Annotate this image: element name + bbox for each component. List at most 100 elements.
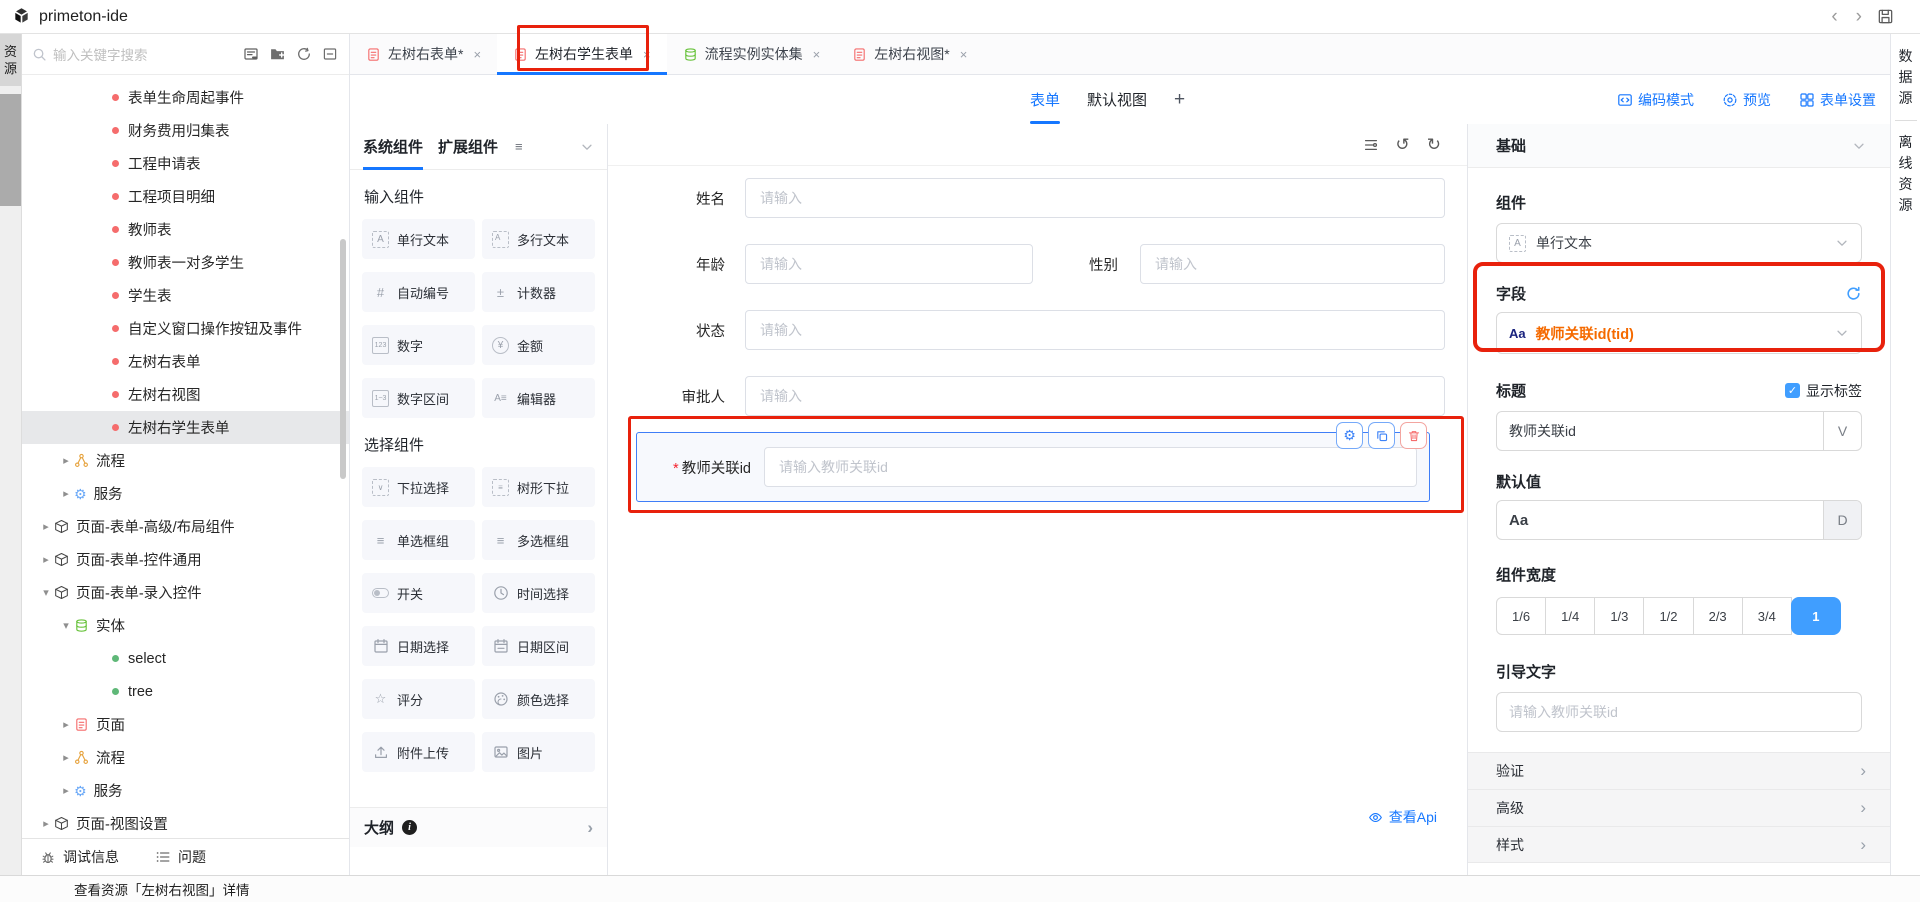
palette-item-金额[interactable]: ¥金额 bbox=[482, 325, 595, 365]
tree-item-流程[interactable]: ▸流程 bbox=[22, 741, 349, 774]
close-icon[interactable]: × bbox=[960, 47, 968, 62]
tree-item-流程[interactable]: ▸流程 bbox=[22, 444, 349, 477]
component-select[interactable]: A 单行文本 bbox=[1496, 223, 1862, 263]
palette-collapse-icon[interactable] bbox=[580, 140, 594, 154]
caret-down-icon[interactable]: ▾ bbox=[58, 619, 74, 632]
outline-tool-icon[interactable] bbox=[1363, 137, 1379, 153]
tree-scrollbar[interactable] bbox=[340, 239, 346, 479]
palette-item-数字[interactable]: 123数字 bbox=[362, 325, 475, 365]
outline-bar[interactable]: 大纲 i › bbox=[350, 807, 607, 847]
refresh-icon[interactable] bbox=[293, 44, 315, 64]
save-icon[interactable] bbox=[1877, 8, 1894, 25]
palette-item-时间选择[interactable]: 时间选择 bbox=[482, 573, 595, 613]
editor-tab-1[interactable]: 左树右学生表单× bbox=[497, 34, 667, 74]
field-copy-button[interactable] bbox=[1368, 422, 1395, 449]
tree-item-tree[interactable]: tree bbox=[22, 675, 349, 708]
tree-item-教师表一对多学生[interactable]: 教师表一对多学生 bbox=[22, 246, 349, 279]
tree-item-页面-表单-控件通用[interactable]: ▸页面-表单-控件通用 bbox=[22, 543, 349, 576]
palette-item-多选框组[interactable]: ≡多选框组 bbox=[482, 520, 595, 560]
palette-item-开关[interactable]: 开关 bbox=[362, 573, 475, 613]
caret-right-icon[interactable]: ▸ bbox=[58, 454, 74, 467]
title-variable-button[interactable]: V bbox=[1823, 412, 1861, 450]
close-icon[interactable]: × bbox=[813, 47, 821, 62]
caret-right-icon[interactable]: ▸ bbox=[38, 553, 54, 566]
palette-item-编辑器[interactable]: A≡编辑器 bbox=[482, 378, 595, 418]
collapsed-section-高级[interactable]: 高级› bbox=[1468, 789, 1890, 826]
tree-item-教师表[interactable]: 教师表 bbox=[22, 213, 349, 246]
collapsed-section-样式[interactable]: 样式› bbox=[1468, 826, 1890, 863]
close-icon[interactable]: × bbox=[473, 47, 481, 62]
tree-item-表单生命周起事件[interactable]: 表单生命周起事件 bbox=[22, 81, 349, 114]
palette-tab-扩展组件[interactable]: 扩展组件 bbox=[438, 124, 498, 170]
tree-item-学生表[interactable]: 学生表 bbox=[22, 279, 349, 312]
palette-item-评分[interactable]: ☆评分 bbox=[362, 679, 475, 719]
width-option-2/3[interactable]: 2/3 bbox=[1693, 597, 1743, 635]
default-value-input[interactable]: Aa bbox=[1497, 501, 1823, 539]
tree-item-页面-表单-高级/布局组件[interactable]: ▸页面-表单-高级/布局组件 bbox=[22, 510, 349, 543]
import-resource-icon[interactable] bbox=[240, 44, 262, 64]
palette-item-树形下拉[interactable]: ≡树形下拉 bbox=[482, 467, 595, 507]
palette-item-多行文本[interactable]: A多行文本 bbox=[482, 219, 595, 259]
rail-item-数据源[interactable]: 数据源 bbox=[1899, 46, 1913, 109]
field-input-年龄[interactable]: 请输入 bbox=[745, 244, 1033, 284]
field-input-性别[interactable]: 请输入 bbox=[1140, 244, 1445, 284]
activity-scrollbar-thumb[interactable] bbox=[0, 94, 21, 206]
field-input-审批人[interactable]: 请输入 bbox=[745, 376, 1445, 416]
field-refresh-icon[interactable] bbox=[1845, 285, 1862, 302]
field-select[interactable]: Aa 教师关联id(tid) bbox=[1496, 312, 1862, 354]
palette-item-日期区间[interactable]: 日期区间 bbox=[482, 626, 595, 666]
guide-text-input[interactable]: 请输入教师关联id bbox=[1496, 692, 1862, 732]
width-option-3/4[interactable]: 3/4 bbox=[1742, 597, 1792, 635]
tree-item-页面-视图设置[interactable]: ▸页面-视图设置 bbox=[22, 807, 349, 838]
tree-item-财务费用归集表[interactable]: 财务费用归集表 bbox=[22, 114, 349, 147]
palette-item-单行文本[interactable]: A单行文本 bbox=[362, 219, 475, 259]
default-value-data-button[interactable]: D bbox=[1823, 501, 1861, 539]
editor-tab-2[interactable]: 流程实例实体集× bbox=[667, 34, 837, 74]
caret-right-icon[interactable]: ▸ bbox=[58, 487, 74, 500]
debug-info-button[interactable]: 调试信息 bbox=[40, 847, 119, 867]
problems-button[interactable]: 问题 bbox=[155, 847, 206, 867]
tree-item-左树右表单[interactable]: 左树右表单 bbox=[22, 345, 349, 378]
tab-default-view[interactable]: 默认视图 bbox=[1087, 75, 1147, 124]
tree-item-页面[interactable]: ▸页面 bbox=[22, 708, 349, 741]
width-option-1/2[interactable]: 1/2 bbox=[1643, 597, 1693, 635]
tree-item-工程申请表[interactable]: 工程申请表 bbox=[22, 147, 349, 180]
new-folder-icon[interactable] bbox=[266, 44, 289, 64]
show-label-checkbox[interactable]: ✓ bbox=[1785, 383, 1800, 398]
caret-right-icon[interactable]: ▸ bbox=[58, 718, 74, 731]
caret-right-icon[interactable]: ▸ bbox=[38, 520, 54, 533]
search-input[interactable]: 输入关键字搜索 bbox=[30, 44, 236, 64]
caret-right-icon[interactable]: ▸ bbox=[58, 784, 74, 797]
collapse-all-icon[interactable] bbox=[319, 44, 341, 64]
preview-button[interactable]: 预览 bbox=[1722, 90, 1771, 110]
editor-tab-3[interactable]: 左树右视图*× bbox=[836, 34, 983, 74]
field-input-状态[interactable]: 请输入 bbox=[745, 310, 1445, 350]
close-icon[interactable]: × bbox=[643, 47, 651, 62]
undo-icon[interactable]: ↺ bbox=[1396, 135, 1410, 155]
selected-form-field-教师关联id[interactable]: *教师关联id请输入教师关联id⚙ bbox=[636, 432, 1430, 502]
code-mode-button[interactable]: 编码模式 bbox=[1617, 90, 1694, 110]
tree-item-自定义窗口操作按钮及事件[interactable]: 自定义窗口操作按钮及事件 bbox=[22, 312, 349, 345]
palette-item-附件上传[interactable]: 附件上传 bbox=[362, 732, 475, 772]
palette-menu-icon[interactable]: ≡ bbox=[515, 139, 523, 154]
activity-tab-resources[interactable]: 资源 bbox=[0, 34, 21, 86]
caret-right-icon[interactable]: ▸ bbox=[58, 751, 74, 764]
tree-item-左树右视图[interactable]: 左树右视图 bbox=[22, 378, 349, 411]
palette-item-单选框组[interactable]: ≡单选框组 bbox=[362, 520, 475, 560]
width-option-1/6[interactable]: 1/6 bbox=[1496, 597, 1546, 635]
palette-item-计数器[interactable]: ±计数器 bbox=[482, 272, 595, 312]
tree-item-工程项目明细[interactable]: 工程项目明细 bbox=[22, 180, 349, 213]
caret-right-icon[interactable]: ▸ bbox=[38, 817, 54, 830]
palette-item-数字区间[interactable]: 1~3数字区间 bbox=[362, 378, 475, 418]
tree-item-select[interactable]: select bbox=[22, 642, 349, 675]
field-input-姓名[interactable]: 请输入 bbox=[745, 178, 1445, 218]
width-option-1/3[interactable]: 1/3 bbox=[1594, 597, 1644, 635]
width-option-1/4[interactable]: 1/4 bbox=[1545, 597, 1595, 635]
tree-item-左树右学生表单[interactable]: 左树右学生表单 bbox=[22, 411, 349, 444]
tree-item-服务[interactable]: ▸⚙服务 bbox=[22, 774, 349, 807]
field-delete-button[interactable] bbox=[1400, 422, 1427, 449]
palette-tab-系统组件[interactable]: 系统组件 bbox=[363, 124, 423, 170]
editor-tab-0[interactable]: 左树右表单*× bbox=[350, 34, 497, 74]
nav-forward-icon[interactable]: › bbox=[1847, 6, 1871, 28]
add-view-button[interactable]: + bbox=[1174, 89, 1185, 111]
